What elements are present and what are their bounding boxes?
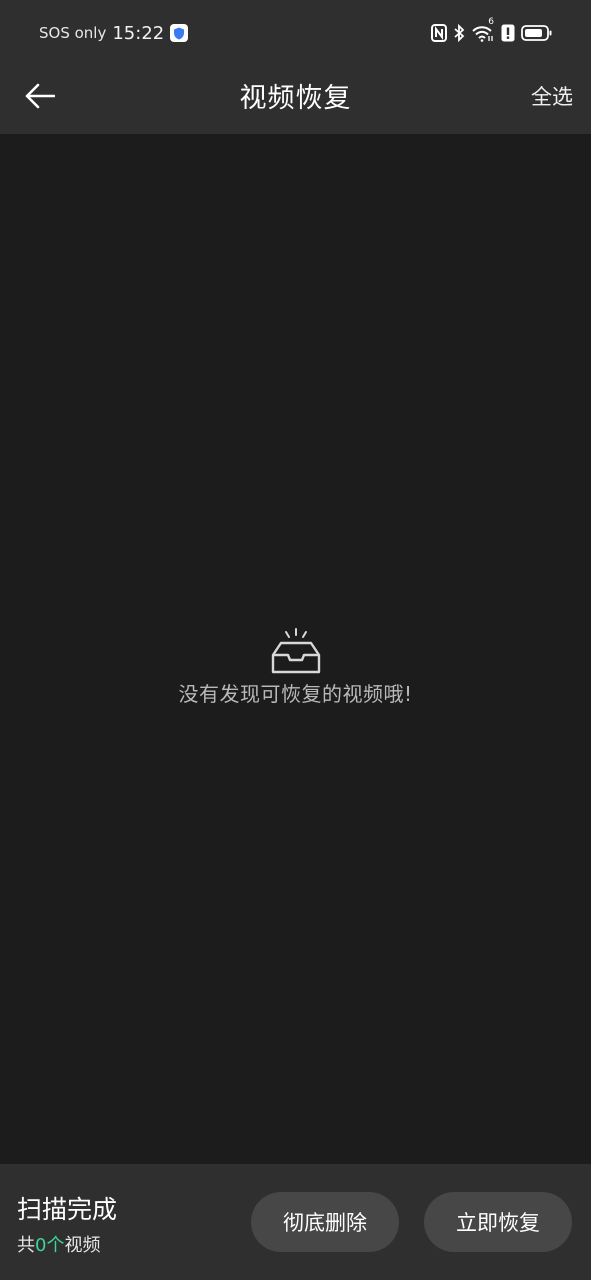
- carrier-label: SOS only: [39, 24, 107, 42]
- restore-now-button[interactable]: 立即恢复: [424, 1192, 572, 1252]
- empty-tray-icon: [271, 628, 320, 674]
- video-count: 共0个视频: [17, 1231, 100, 1257]
- empty-state: 没有发现可恢复的视频哦!: [0, 626, 591, 707]
- shield-icon: [170, 24, 189, 42]
- count-prefix: 共: [17, 1235, 35, 1256]
- bottom-action-bar: 扫描完成 共0个视频 彻底删除 立即恢复: [0, 1164, 591, 1280]
- status-bar: SOS only 15:22 6: [0, 0, 591, 62]
- page-title: 视频恢复: [239, 83, 352, 114]
- wifi-badge: 6: [488, 17, 494, 27]
- status-bar-left: SOS only 15:22: [39, 20, 189, 46]
- select-all-button[interactable]: 全选: [531, 81, 573, 111]
- app-bar: 视频恢复 全选: [0, 62, 591, 134]
- count-suffix: 视频: [64, 1235, 101, 1256]
- video-recovery-screen: SOS only 15:22 6 视频恢复 全选 没有发现可恢复的视频哦! 扫描…: [0, 0, 591, 1280]
- alert-icon: [501, 24, 515, 42]
- status-bar-right: 6: [431, 17, 553, 44]
- empty-message: 没有发现可恢复的视频哦!: [178, 682, 413, 706]
- bluetooth-icon: [453, 24, 465, 42]
- permanent-delete-button[interactable]: 彻底删除: [251, 1192, 399, 1252]
- wifi-icon: 6: [471, 17, 495, 42]
- clock: 15:22: [112, 22, 165, 44]
- count-unit: 个: [46, 1235, 65, 1256]
- count-value: 0: [35, 1235, 47, 1256]
- nfc-icon: [431, 24, 447, 42]
- battery-icon: [521, 24, 553, 42]
- scan-status: 扫描完成: [17, 1195, 118, 1224]
